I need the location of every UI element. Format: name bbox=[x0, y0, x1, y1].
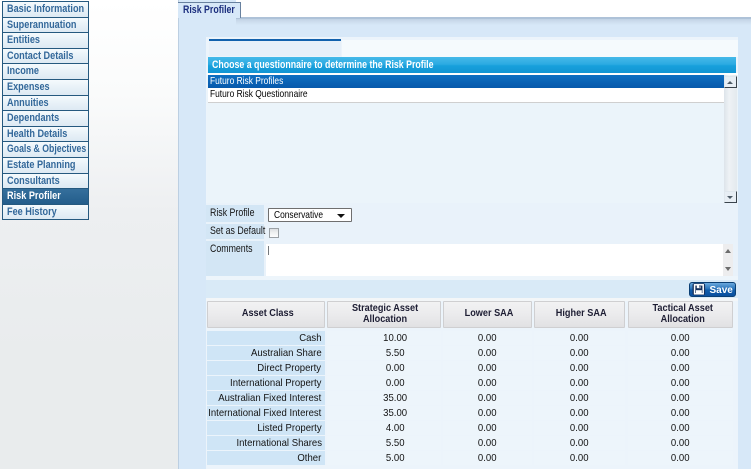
svg-text:Save: Save bbox=[709, 285, 733, 296]
